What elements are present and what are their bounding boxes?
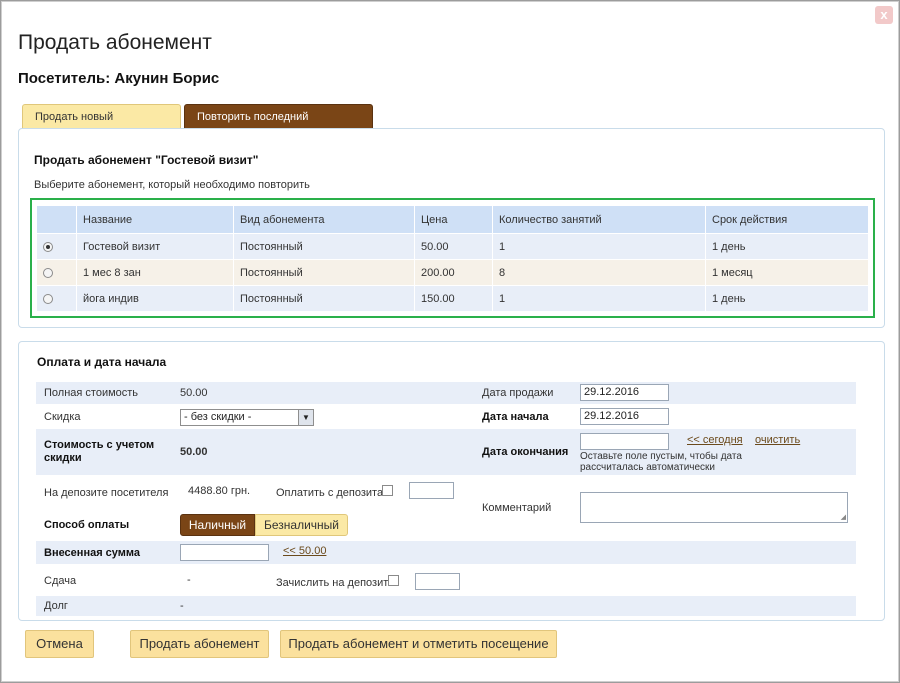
discount-select[interactable]: - без скидки - ▼ <box>180 409 314 426</box>
sell-button[interactable]: Продать абонемент <box>130 630 269 658</box>
start-date-label: Дата начала <box>482 411 549 423</box>
cell-price: 150.00 <box>414 285 493 312</box>
dialog-title: Продать абонемент <box>18 31 212 54</box>
header-price: Цена <box>414 205 493 234</box>
table-row[interactable]: 1 мес 8 зан Постоянный 200.00 8 1 месяц <box>36 259 869 286</box>
sell-subscription-dialog: x Продать абонемент Посетитель: Акунин Б… <box>0 0 900 683</box>
pay-from-deposit-input[interactable] <box>409 482 454 499</box>
row-band <box>36 596 856 616</box>
discounted-cost-value: 50.00 <box>180 446 208 458</box>
discount-label: Скидка <box>44 411 81 423</box>
header-sessions: Количество занятий <box>492 205 706 234</box>
credit-deposit-label: Зачислить на депозит <box>276 577 389 589</box>
cell-duration: 1 месяц <box>705 259 869 286</box>
visitor-name: Посетитель: Акунин Борис <box>18 70 220 87</box>
end-date-hint: Оставьте поле пустым, чтобы дата рассчит… <box>580 451 742 473</box>
end-date-input[interactable] <box>580 433 669 450</box>
chevron-down-icon[interactable]: ▼ <box>298 410 313 425</box>
today-link[interactable]: << сегодня <box>687 434 743 446</box>
repeat-section-subtitle: Выберите абонемент, который необходимо п… <box>34 179 310 191</box>
cell-duration: 1 день <box>705 285 869 312</box>
discount-selected-value: - без скидки - <box>184 411 252 423</box>
header-duration: Срок действия <box>705 205 869 234</box>
cell-name: 1 мес 8 зан <box>76 259 234 286</box>
change-value: - <box>187 574 191 586</box>
credit-deposit-checkbox[interactable] <box>388 575 399 586</box>
select-cell[interactable] <box>36 259 77 286</box>
header-type: Вид абонемента <box>233 205 415 234</box>
cell-name: йога индив <box>76 285 234 312</box>
cell-name: Гостевой визит <box>76 233 234 260</box>
table-row[interactable]: йога индив Постоянный 150.00 1 1 день <box>36 285 869 312</box>
repeat-section-title: Продать абонемент "Гостевой визит" <box>34 153 259 167</box>
cell-sessions: 1 <box>492 285 706 312</box>
fill-amount-link[interactable]: << 50.00 <box>283 545 326 557</box>
subscription-table: Название Вид абонемента Цена Количество … <box>36 205 869 312</box>
cell-sessions: 8 <box>492 259 706 286</box>
change-label: Сдача <box>44 575 77 587</box>
tab-repeat-last[interactable]: Повторить последний абонемент <box>184 104 373 147</box>
radio-button[interactable] <box>43 241 53 252</box>
row-band <box>36 541 856 564</box>
paid-amount-label: Внесенная сумма <box>44 547 141 559</box>
comment-label: Комментарий <box>482 502 552 514</box>
cell-sessions: 1 <box>492 233 706 260</box>
table-row[interactable]: Гостевой визит Постоянный 50.00 1 1 день <box>36 233 869 260</box>
deposit-label: На депозите посетителя <box>44 487 169 499</box>
full-cost-value: 50.00 <box>180 387 208 399</box>
radio-button[interactable] <box>43 267 53 278</box>
select-cell[interactable] <box>36 285 77 312</box>
paid-amount-input[interactable] <box>180 544 269 561</box>
radio-button[interactable] <box>43 293 53 304</box>
full-cost-label: Полная стоимость <box>44 387 139 399</box>
table-header-row: Название Вид абонемента Цена Количество … <box>36 205 869 234</box>
cell-price: 200.00 <box>414 259 493 286</box>
comment-textarea[interactable]: ◢ <box>580 492 848 523</box>
select-cell[interactable] <box>36 233 77 260</box>
row-band <box>36 382 856 404</box>
credit-deposit-input[interactable] <box>415 573 460 590</box>
debt-label: Долг <box>44 600 68 612</box>
start-date-input[interactable]: 29.12.2016 <box>580 408 669 425</box>
pay-from-deposit-label: Оплатить с депозита <box>276 487 384 499</box>
cell-duration: 1 день <box>705 233 869 260</box>
cash-payment-button[interactable]: Наличный <box>180 514 255 536</box>
clear-link[interactable]: очистить <box>755 434 800 446</box>
cell-type: Постоянный <box>233 285 415 312</box>
resize-grip-icon[interactable]: ◢ <box>841 513 846 521</box>
header-select <box>36 205 77 234</box>
payment-method-label: Способ оплаты <box>44 519 130 531</box>
cell-type: Постоянный <box>233 259 415 286</box>
debt-value: - <box>180 600 184 612</box>
sale-date-input[interactable]: 29.12.2016 <box>580 384 669 401</box>
header-name: Название <box>76 205 234 234</box>
deposit-value: 4488.80 грн. <box>188 485 251 497</box>
card-payment-button[interactable]: Безналичный <box>255 514 348 536</box>
cell-price: 50.00 <box>414 233 493 260</box>
close-icon: x <box>880 7 888 22</box>
payment-section-title: Оплата и дата начала <box>37 355 167 369</box>
end-date-label: Дата окончания <box>482 446 569 458</box>
cancel-button[interactable]: Отмена <box>25 630 94 658</box>
sell-and-mark-button[interactable]: Продать абонемент и отметить посещение <box>280 630 557 658</box>
sale-date-label: Дата продажи <box>482 387 554 399</box>
cell-type: Постоянный <box>233 233 415 260</box>
pay-from-deposit-checkbox[interactable] <box>382 485 393 496</box>
discounted-cost-label: Стоимость с учетом скидки <box>44 439 155 464</box>
tab-sell-new[interactable]: Продать новый абонемент <box>22 104 181 147</box>
close-button[interactable]: x <box>875 6 893 24</box>
